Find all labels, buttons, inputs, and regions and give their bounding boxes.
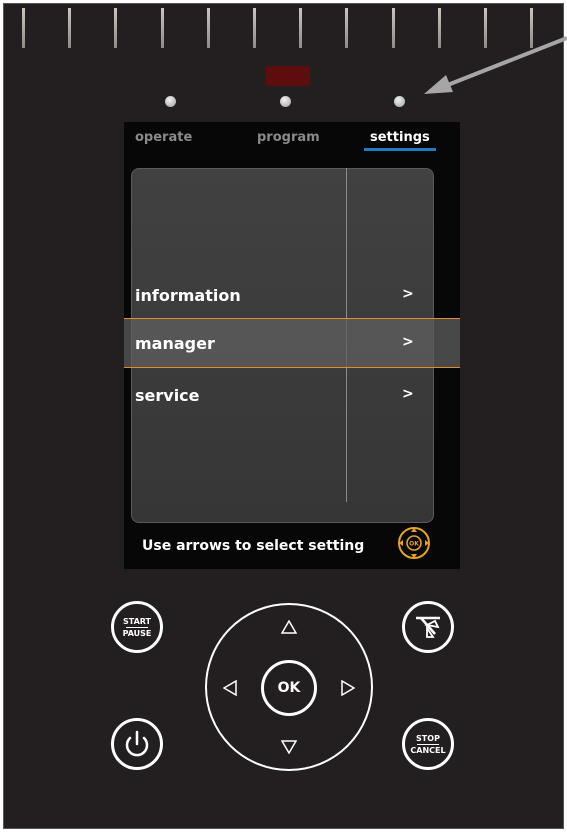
ok-button[interactable]: OK [261, 660, 317, 716]
arrow-down-icon[interactable] [281, 740, 297, 754]
fan-button[interactable] [402, 601, 454, 653]
menu-item-label: manager [135, 334, 215, 353]
menu-item-label: information [135, 286, 241, 305]
start-label: START [122, 617, 152, 626]
chevron-right-icon: > [402, 334, 414, 350]
power-icon [125, 730, 149, 757]
menu-item-information[interactable]: information > [124, 272, 460, 318]
led-program [280, 96, 291, 107]
vent-slat [345, 8, 349, 48]
vent-slat [391, 8, 395, 48]
top-vents [4, 4, 565, 54]
vent-slat [437, 8, 441, 48]
arrow-left-icon[interactable] [223, 680, 237, 696]
vent-slat [22, 8, 25, 48]
led-operate [165, 96, 176, 107]
vent-slat [299, 8, 303, 48]
vent-slat [484, 8, 487, 48]
vent-slat [114, 8, 118, 48]
menu-item-service[interactable]: service > [124, 372, 460, 418]
start-pause-button[interactable]: START PAUSE [111, 601, 163, 653]
menu-item-label: service [135, 386, 200, 405]
svg-text:OK: OK [409, 541, 419, 548]
stop-cancel-label: STOP CANCEL [405, 734, 451, 755]
vent-slat [68, 8, 72, 48]
display-screen: operate program settings information > m… [124, 122, 460, 569]
tab-bar: operate program settings [124, 122, 460, 152]
power-button[interactable] [111, 718, 163, 770]
start-pause-label: START PAUSE [114, 617, 160, 638]
vent-slat [206, 8, 210, 48]
control-panel: operate program settings information > m… [3, 3, 564, 829]
hint-text: Use arrows to select setting [142, 538, 365, 554]
chevron-right-icon: > [402, 386, 414, 402]
fan-icon [416, 616, 440, 638]
tab-settings[interactable]: settings [364, 130, 436, 151]
led-settings [394, 96, 405, 107]
stop-cancel-button[interactable]: STOP CANCEL [402, 718, 454, 770]
red-indicator [266, 66, 310, 86]
arrow-right-icon[interactable] [341, 680, 355, 696]
menu-item-manager[interactable]: manager > [124, 318, 460, 368]
ok-label: OK [277, 680, 301, 696]
cancel-label: CANCEL [410, 746, 446, 755]
tab-program[interactable]: program [257, 130, 320, 145]
ok-arrows-icon: OK [398, 527, 430, 559]
vent-slat [530, 8, 534, 48]
chevron-right-icon: > [402, 286, 414, 302]
stop-label: STOP [416, 734, 440, 743]
arrow-up-icon[interactable] [281, 620, 297, 634]
pause-label: PAUSE [122, 629, 152, 638]
vent-slat [160, 8, 164, 48]
tab-operate[interactable]: operate [135, 130, 192, 145]
vent-slat [253, 8, 256, 48]
